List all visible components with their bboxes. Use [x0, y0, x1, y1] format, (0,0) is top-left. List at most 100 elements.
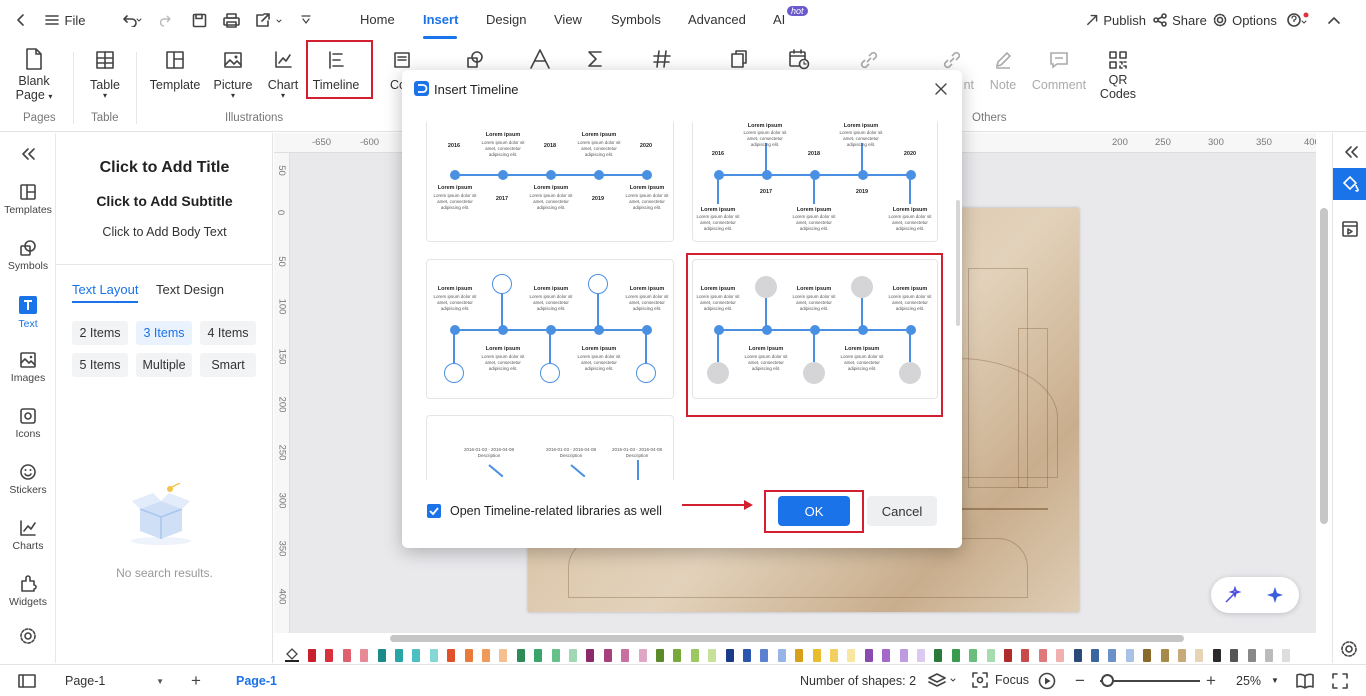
color-swatch[interactable] — [325, 649, 334, 662]
comment-button[interactable]: Comment — [1030, 50, 1088, 92]
color-swatch[interactable] — [795, 649, 804, 662]
color-swatch[interactable] — [464, 649, 473, 662]
horizontal-scrollbar[interactable] — [390, 635, 1184, 642]
color-swatch[interactable] — [743, 649, 751, 662]
color-swatch[interactable] — [986, 649, 995, 662]
tab-text-design[interactable]: Text Design — [156, 282, 224, 297]
sidebar-item-stickers[interactable]: Stickers — [0, 463, 56, 496]
redo-button[interactable] — [158, 8, 176, 32]
expand-panel-button[interactable] — [1343, 145, 1359, 162]
help-button[interactable] — [1286, 8, 1312, 32]
color-swatch[interactable] — [360, 649, 369, 662]
timeline-template-2[interactable]: 2016 2018 2020 2017 2019 Lorem ipsum Lor… — [692, 122, 938, 242]
tab-text-layout[interactable]: Text Layout — [72, 282, 139, 297]
file-menu[interactable]: File — [42, 8, 88, 32]
vertical-scrollbar[interactable] — [1320, 208, 1328, 524]
ai-magic-button[interactable] — [1223, 585, 1243, 608]
color-swatch[interactable] — [1178, 649, 1186, 662]
layout-smart[interactable]: Smart — [200, 353, 256, 377]
color-swatch[interactable] — [1247, 649, 1256, 662]
focus-button[interactable]: Focus — [972, 672, 1029, 688]
close-button[interactable] — [934, 82, 948, 99]
cancel-button[interactable]: Cancel — [867, 496, 937, 526]
page-panel-toggle[interactable] — [18, 674, 36, 691]
save-button[interactable] — [190, 8, 208, 32]
layout-2-items[interactable]: 2 Items — [72, 321, 128, 345]
timeline-template-5[interactable]: 2016-01-03 - 2016-04-08 Description 2016… — [426, 415, 674, 480]
gallery-scrollbar[interactable] — [956, 200, 960, 326]
blank-page-button[interactable]: Blank Page ▾ — [14, 48, 54, 104]
color-swatch[interactable] — [1091, 649, 1099, 662]
add-body-text[interactable]: Click to Add Body Text — [56, 225, 273, 239]
sidebar-item-icons[interactable]: Icons — [0, 407, 56, 440]
menu-view[interactable]: View — [554, 12, 582, 27]
color-swatch[interactable] — [534, 649, 543, 662]
sidebar-item-widgets[interactable]: Widgets — [0, 575, 56, 608]
color-swatch[interactable] — [1021, 649, 1030, 662]
color-swatch[interactable] — [551, 649, 560, 662]
layout-5-items[interactable]: 5 Items — [72, 353, 128, 377]
color-swatch[interactable] — [951, 649, 960, 662]
color-swatch[interactable] — [482, 649, 490, 662]
sidebar-item-charts[interactable]: Charts — [0, 519, 56, 552]
color-swatch[interactable] — [1160, 649, 1169, 662]
layout-4-items[interactable]: 4 Items — [200, 321, 256, 345]
menu-ai[interactable]: AI — [773, 12, 785, 27]
color-swatch[interactable] — [934, 649, 943, 662]
color-swatch[interactable] — [1265, 649, 1273, 662]
color-swatch[interactable] — [1038, 649, 1047, 662]
template-button[interactable]: Template — [148, 50, 202, 92]
color-swatch[interactable] — [882, 649, 891, 662]
color-swatch[interactable] — [308, 649, 316, 662]
color-swatch[interactable] — [603, 649, 612, 662]
color-swatch[interactable] — [847, 649, 856, 662]
color-swatch[interactable] — [638, 649, 647, 662]
quick-access-more[interactable] — [299, 8, 313, 32]
color-swatch[interactable] — [1125, 649, 1134, 662]
menu-advanced[interactable]: Advanced — [688, 12, 746, 27]
book-view-button[interactable] — [1296, 673, 1314, 692]
color-swatch[interactable] — [899, 649, 908, 662]
menu-home[interactable]: Home — [360, 12, 395, 27]
add-page-button[interactable]: + — [191, 671, 201, 691]
print-button[interactable] — [221, 8, 241, 32]
color-swatch[interactable] — [760, 649, 769, 662]
color-swatch[interactable] — [725, 649, 734, 662]
color-swatch[interactable] — [395, 649, 403, 662]
color-swatch[interactable] — [830, 649, 838, 662]
color-swatch[interactable] — [447, 649, 456, 662]
color-swatch[interactable] — [412, 649, 421, 662]
color-swatch[interactable] — [377, 649, 386, 662]
zoom-slider-handle[interactable] — [1101, 674, 1114, 687]
color-swatch[interactable] — [777, 649, 786, 662]
options-button[interactable]: Options — [1213, 8, 1277, 32]
color-swatch[interactable] — [1282, 649, 1291, 662]
sidebar-item-symbols[interactable]: Symbols — [0, 239, 56, 272]
color-swatch[interactable] — [1004, 649, 1012, 662]
color-swatch[interactable] — [656, 649, 664, 662]
sidebar-settings-button[interactable] — [0, 627, 56, 648]
color-swatch[interactable] — [1056, 649, 1065, 662]
color-swatch[interactable] — [673, 649, 682, 662]
sidebar-item-templates[interactable]: Templates — [0, 183, 56, 216]
presentation-panel-button[interactable] — [1341, 220, 1359, 241]
color-swatch[interactable] — [569, 649, 577, 662]
color-swatch[interactable] — [1212, 649, 1221, 662]
collapse-sidebar-button[interactable] — [0, 147, 56, 164]
menu-design[interactable]: Design — [486, 12, 526, 27]
ai-sparkle-button[interactable] — [1265, 585, 1285, 608]
color-swatch[interactable] — [586, 649, 595, 662]
note-button[interactable]: Note — [987, 50, 1019, 92]
open-libraries-checkbox[interactable] — [427, 504, 441, 518]
collapse-ribbon-button[interactable] — [1326, 8, 1342, 32]
color-swatch[interactable] — [499, 649, 508, 662]
sidebar-item-images[interactable]: Images — [0, 351, 56, 384]
style-panel-button[interactable] — [1333, 168, 1366, 200]
menu-symbols[interactable]: Symbols — [611, 12, 661, 27]
color-swatch[interactable] — [1143, 649, 1152, 662]
picture-button[interactable]: Picture ▾ — [211, 50, 255, 100]
menu-insert[interactable]: Insert — [423, 12, 458, 27]
color-swatch[interactable] — [917, 649, 925, 662]
layout-3-items[interactable]: 3 Items — [136, 321, 192, 345]
color-swatch[interactable] — [342, 649, 351, 662]
